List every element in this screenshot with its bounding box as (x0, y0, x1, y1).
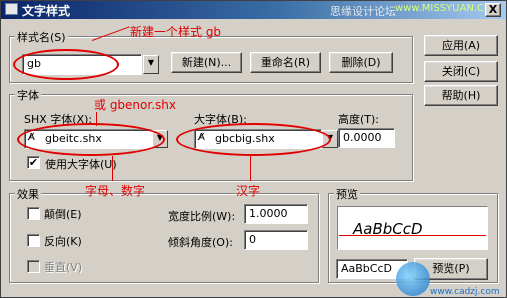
annotation-line-chinese (250, 156, 251, 181)
effects-group-label: 效果 (15, 186, 41, 202)
autocad-app-icon (5, 3, 18, 15)
font-group-label: 字体 (15, 87, 41, 103)
annotation-line-gbenor (96, 112, 97, 126)
help-button[interactable]: 帮助(H) (424, 85, 498, 106)
upside-down-checkbox[interactable] (27, 207, 40, 220)
annotation-line-letters (112, 156, 113, 181)
window-title: 文字样式 (22, 4, 71, 18)
annotation-new-style: 新建一个样式 gb (130, 25, 222, 39)
width-factor-input[interactable]: 1.0000 (244, 204, 308, 224)
annotation-letters-digits: 字母、数字 (85, 184, 146, 198)
site-logo-icon (396, 262, 430, 296)
close-button[interactable]: 关闭(C) (424, 61, 498, 82)
preview-group-label: 预览 (334, 186, 360, 202)
annotation-ellipse-bigfont (176, 123, 331, 156)
annotation-ellipse-style-name (13, 49, 119, 80)
watermark-left: 思缘设计论坛 (330, 5, 396, 18)
annotation-ellipse-shx (17, 123, 165, 156)
backwards-label: 反向(K) (44, 235, 82, 248)
preview-sample-text: AaBbCcD (353, 220, 423, 238)
apply-button[interactable]: 应用(A) (424, 35, 498, 56)
use-bigfont-checkbox[interactable]: ✔ (27, 156, 40, 169)
height-input[interactable]: 0.0000 (338, 128, 395, 148)
close-icon[interactable]: X (485, 3, 501, 17)
oblique-angle-label: 倾斜角度(O): (168, 236, 233, 249)
use-bigfont-label: 使用大字体(U) (45, 158, 117, 171)
new-style-button[interactable]: 新建(N)... (171, 52, 242, 73)
site-watermark: www.cadzj.com (430, 287, 500, 297)
rename-style-button[interactable]: 重命名(R) (250, 52, 321, 73)
delete-style-button[interactable]: 删除(D) (329, 52, 393, 73)
backwards-checkbox[interactable] (27, 234, 40, 247)
width-factor-label: 宽度比例(W): (168, 210, 236, 223)
style-name-label: 样式名(S) (15, 29, 68, 45)
annotation-or-gbenor: 或 gbenor.shx (94, 98, 176, 112)
vertical-label: 垂直(V) (44, 261, 83, 274)
vertical-checkbox (27, 260, 40, 273)
annotation-chinese: 汉字 (236, 184, 261, 198)
height-label: 高度(T): (338, 113, 380, 126)
oblique-angle-input[interactable]: 0 (244, 230, 308, 250)
dropdown-arrow-icon[interactable]: ▼ (143, 55, 159, 74)
upside-down-label: 颠倒(E) (44, 208, 82, 221)
